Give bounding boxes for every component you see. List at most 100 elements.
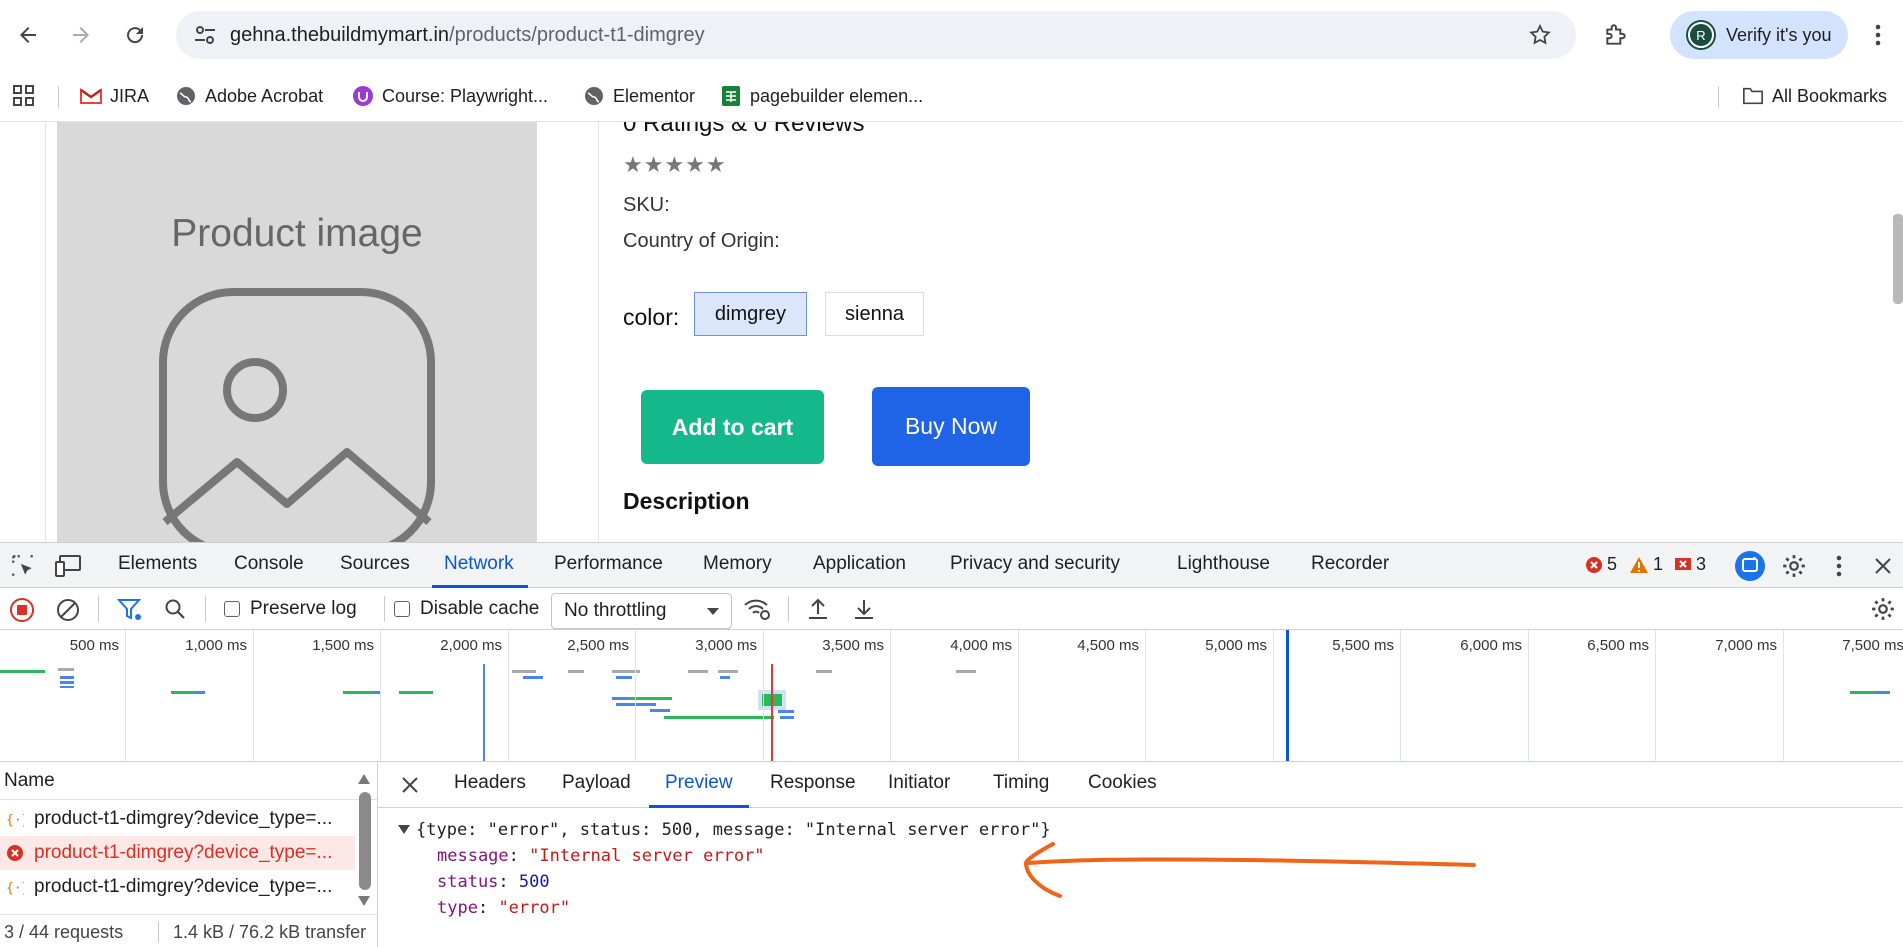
search-icon[interactable] xyxy=(163,597,187,621)
buy-now-button[interactable]: Buy Now xyxy=(872,387,1030,466)
tab-cookies[interactable]: Cookies xyxy=(1088,772,1157,794)
site-info-icon[interactable] xyxy=(194,25,216,45)
tab-sources[interactable]: Sources xyxy=(340,553,410,575)
request-count: 3 / 44 requests xyxy=(4,922,124,942)
network-timeline-overview[interactable]: 500 ms 1,000 ms 1,500 ms 2,000 ms 2,500 ms 3,… xyxy=(0,630,1903,762)
checkbox-box[interactable] xyxy=(224,601,240,617)
timeline-bar xyxy=(60,676,74,688)
import-har-icon[interactable] xyxy=(806,596,830,622)
tab-initiator[interactable]: Initiator xyxy=(888,772,950,794)
close-icon[interactable] xyxy=(1873,556,1893,576)
timeline-bar xyxy=(650,709,670,712)
tab-response[interactable]: Response xyxy=(770,772,856,794)
expand-triangle-icon[interactable] xyxy=(398,825,410,835)
tab-privacy-security[interactable]: Privacy and security xyxy=(950,553,1120,575)
reload-button[interactable] xyxy=(117,17,153,53)
network-conditions-icon[interactable] xyxy=(743,597,771,621)
gear-icon[interactable] xyxy=(1781,553,1807,579)
request-row-selected-error[interactable]: product-t1-dimgrey?device_type=... xyxy=(0,836,355,870)
tab-preview[interactable]: Preview xyxy=(665,772,733,794)
timeline-gridline xyxy=(1145,630,1146,761)
timeline-bar xyxy=(780,716,794,719)
tab-lighthouse[interactable]: Lighthouse xyxy=(1177,553,1270,575)
ai-assistance-button[interactable] xyxy=(1735,551,1765,581)
disable-cache-checkbox[interactable]: Disable cache xyxy=(394,596,539,622)
annotation-arrow xyxy=(1023,842,1476,898)
preserve-log-checkbox[interactable]: Preserve log xyxy=(224,596,357,622)
name-column-header[interactable]: Name xyxy=(4,770,55,792)
timeline-bar xyxy=(512,670,536,673)
tab-payload[interactable]: Payload xyxy=(562,772,631,794)
tab-network[interactable]: Network xyxy=(444,553,514,575)
clear-icon[interactable] xyxy=(55,597,81,623)
sort-down-icon[interactable] xyxy=(358,896,370,906)
request-details-pane: Headers Payload Preview Response Initiat… xyxy=(378,762,1903,947)
back-button[interactable] xyxy=(10,17,46,53)
timeline-bar xyxy=(816,670,832,673)
timeline-gridline xyxy=(1783,630,1784,761)
error-counter[interactable]: 5 xyxy=(1585,554,1617,575)
tab-headers[interactable]: Headers xyxy=(454,772,526,794)
forward-button[interactable] xyxy=(63,17,99,53)
kebab-menu-icon[interactable] xyxy=(1836,554,1842,578)
url-text[interactable]: gehna.thebuildmymart.in/products/product… xyxy=(230,24,705,47)
filter-icon[interactable] xyxy=(117,598,143,622)
add-to-cart-button[interactable]: Add to cart xyxy=(641,390,824,464)
bookmark-adobe-acrobat[interactable]: Adobe Acrobat xyxy=(175,82,323,110)
timeline-tick-label: 7,500 ms xyxy=(1842,637,1903,654)
browser-toolbar: gehna.thebuildmymart.in/products/product… xyxy=(0,0,1903,70)
issues-counter[interactable]: 3 xyxy=(1674,554,1706,575)
tab-memory[interactable]: Memory xyxy=(703,553,772,575)
timeline-tick-label: 500 ms xyxy=(69,637,119,654)
json-type-row[interactable]: type: "error" xyxy=(437,898,570,918)
request-list-scrollbar[interactable] xyxy=(359,792,371,890)
throttling-select[interactable]: No throttling xyxy=(551,593,732,629)
tab-console[interactable]: Console xyxy=(234,553,304,575)
timeline-cursor[interactable] xyxy=(1286,630,1289,761)
tab-elements[interactable]: Elements xyxy=(118,553,197,575)
timeline-bar xyxy=(778,710,794,713)
all-bookmarks-button[interactable]: All Bookmarks xyxy=(1742,82,1887,110)
json-key: message xyxy=(437,846,509,866)
toolbar-divider xyxy=(205,596,206,622)
browser-menu-button[interactable] xyxy=(1860,17,1896,53)
json-status-row[interactable]: status: 500 xyxy=(437,872,550,892)
export-har-icon[interactable] xyxy=(852,596,876,622)
tab-recorder[interactable]: Recorder xyxy=(1311,553,1389,575)
page-scrollbar[interactable] xyxy=(1893,214,1903,304)
network-settings-gear-icon[interactable] xyxy=(1870,596,1896,622)
json-message-row[interactable]: message: "Internal server error" xyxy=(437,846,765,866)
record-stop-icon[interactable] xyxy=(9,597,35,623)
sort-up-icon[interactable] xyxy=(358,774,370,784)
profile-verify-button[interactable]: R Verify it's you xyxy=(1670,11,1848,59)
bookmark-elementor[interactable]: Elementor xyxy=(583,82,695,110)
address-bar[interactable]: gehna.thebuildmymart.in/products/product… xyxy=(176,11,1576,59)
request-row[interactable]: {·} product-t1-dimgrey?device_type=... xyxy=(0,802,355,836)
timeline-tick-label: 7,000 ms xyxy=(1715,637,1777,654)
timeline-tick-label: 2,000 ms xyxy=(440,637,502,654)
color-option-dimgrey[interactable]: dimgrey xyxy=(694,292,807,336)
checkbox-box[interactable] xyxy=(394,601,410,617)
extensions-button[interactable] xyxy=(1598,17,1634,53)
timeline-bar xyxy=(399,691,433,694)
tab-performance[interactable]: Performance xyxy=(554,553,663,575)
bookmark-course-playwright[interactable]: Course: Playwright... xyxy=(352,82,548,110)
inspect-element-icon[interactable] xyxy=(10,553,36,579)
close-icon[interactable] xyxy=(401,776,419,794)
device-toolbar-icon[interactable] xyxy=(54,553,82,579)
bookmark-label: pagebuilder elemen... xyxy=(750,85,924,106)
color-option-sienna[interactable]: sienna xyxy=(825,292,924,336)
bookmark-star-icon[interactable] xyxy=(1528,23,1552,47)
tab-timing[interactable]: Timing xyxy=(993,772,1049,794)
arrow-left-icon xyxy=(20,27,36,43)
puzzle-icon xyxy=(1606,24,1626,45)
apps-button[interactable] xyxy=(12,82,36,110)
request-name: product-t1-dimgrey?device_type=... xyxy=(34,876,333,897)
toolbar-divider xyxy=(98,596,99,622)
request-name: product-t1-dimgrey?device_type=... xyxy=(34,808,333,829)
tab-application[interactable]: Application xyxy=(813,553,906,575)
bookmark-jira[interactable]: JIRA xyxy=(80,82,149,110)
request-row[interactable]: {·} product-t1-dimgrey?device_type=... xyxy=(0,870,355,904)
warning-counter[interactable]: 1 xyxy=(1629,554,1663,575)
bookmark-pagebuilder[interactable]: pagebuilder elemen... xyxy=(720,82,923,110)
